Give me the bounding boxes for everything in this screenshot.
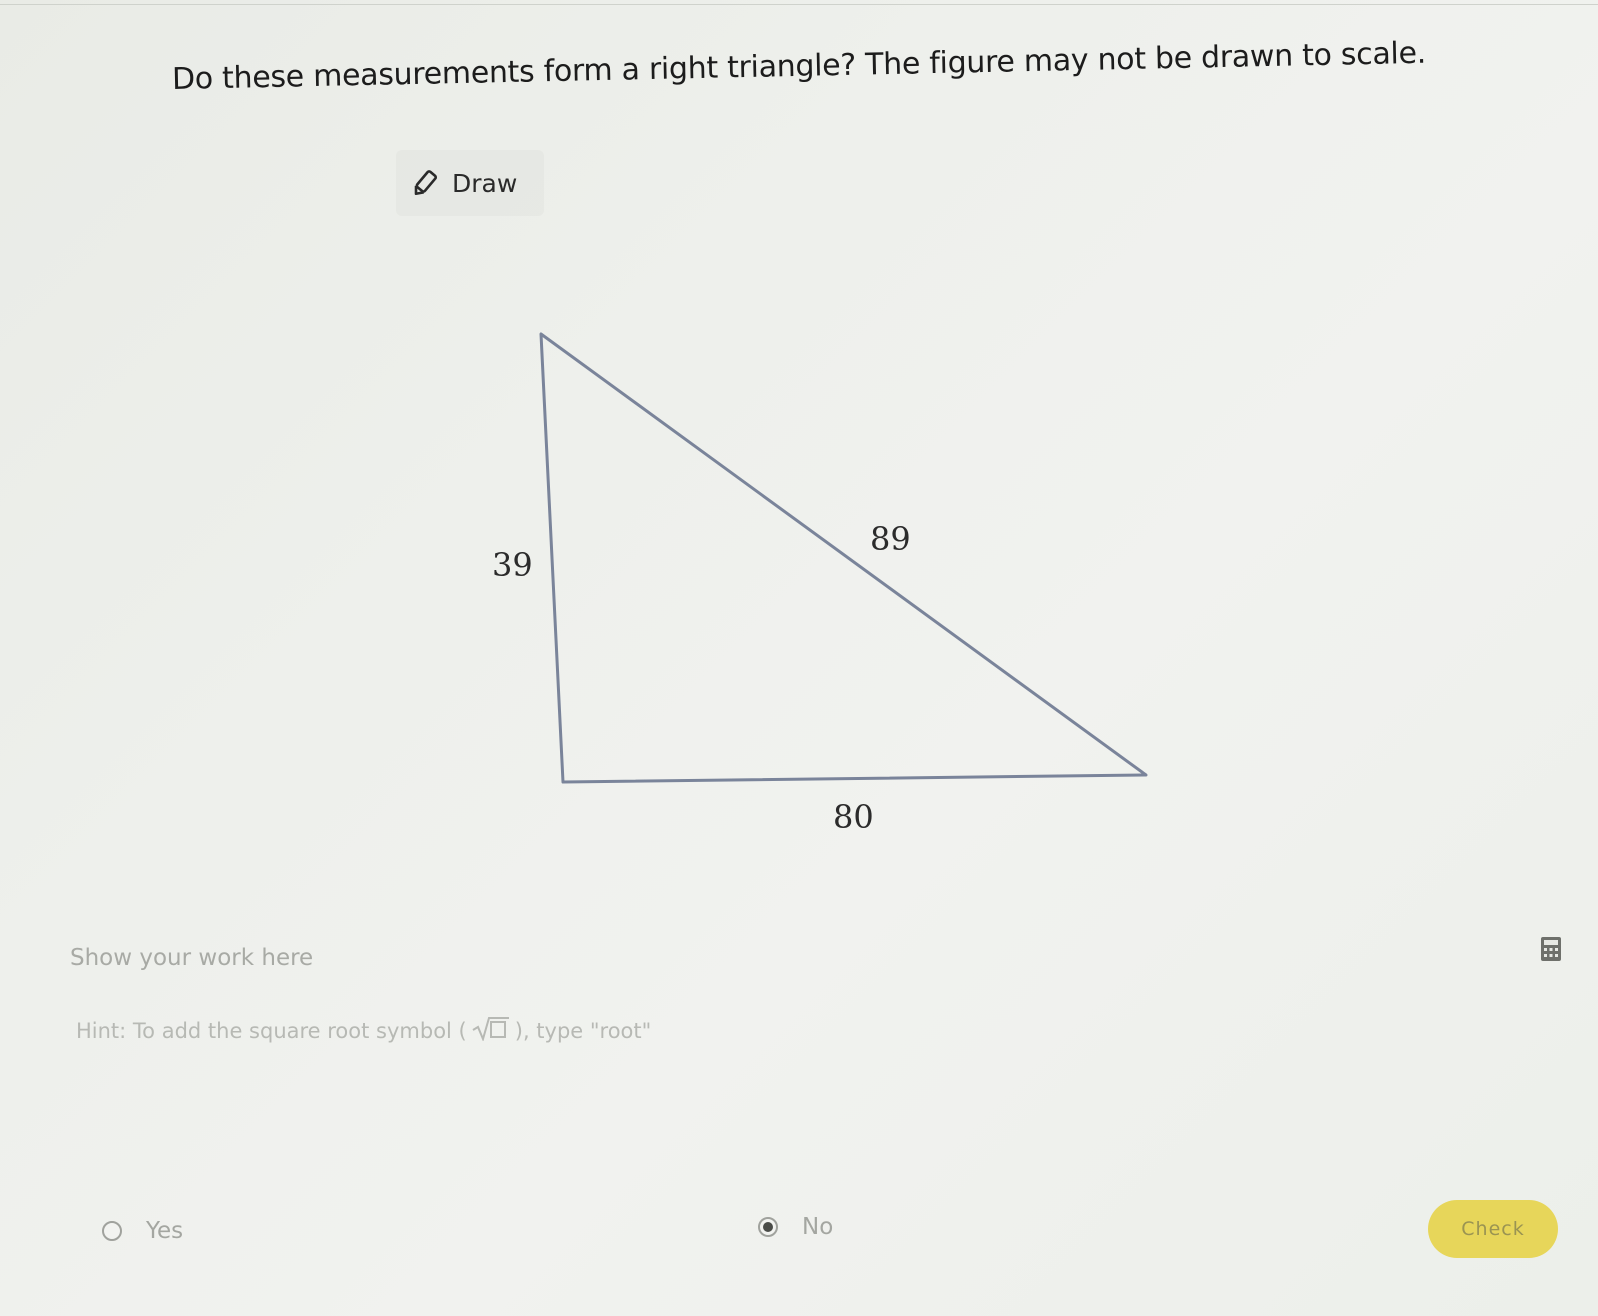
calculator-icon[interactable]	[1540, 936, 1562, 962]
radio-yes[interactable]	[102, 1221, 122, 1241]
radio-selected-dot	[763, 1222, 773, 1232]
hint-prefix: Hint: To add the square root symbol (	[76, 1018, 467, 1043]
triangle-figure: 39 89 80	[492, 332, 1148, 836]
radio-no[interactable]	[758, 1217, 778, 1237]
option-no-label: No	[802, 1214, 834, 1240]
option-yes-label: Yes	[146, 1218, 184, 1244]
side-label-bottom: 80	[833, 798, 874, 836]
side-label-left: 39	[492, 546, 533, 584]
triangle-shape	[539, 332, 1148, 784]
option-no[interactable]: No	[758, 1214, 833, 1240]
hint-suffix: ), type "root"	[514, 1018, 652, 1043]
work-placeholder: Show your work here	[70, 945, 314, 971]
hint-text: Hint: To add the square root symbol ( ),…	[76, 1015, 651, 1046]
check-button[interactable]: Check	[1428, 1200, 1558, 1258]
square-root-icon	[471, 1015, 511, 1046]
side-label-hypotenuse: 89	[870, 520, 911, 558]
work-input-area[interactable]: Show your work here Hint: To add the squ…	[60, 935, 1560, 1095]
option-yes[interactable]: Yes	[102, 1218, 183, 1244]
